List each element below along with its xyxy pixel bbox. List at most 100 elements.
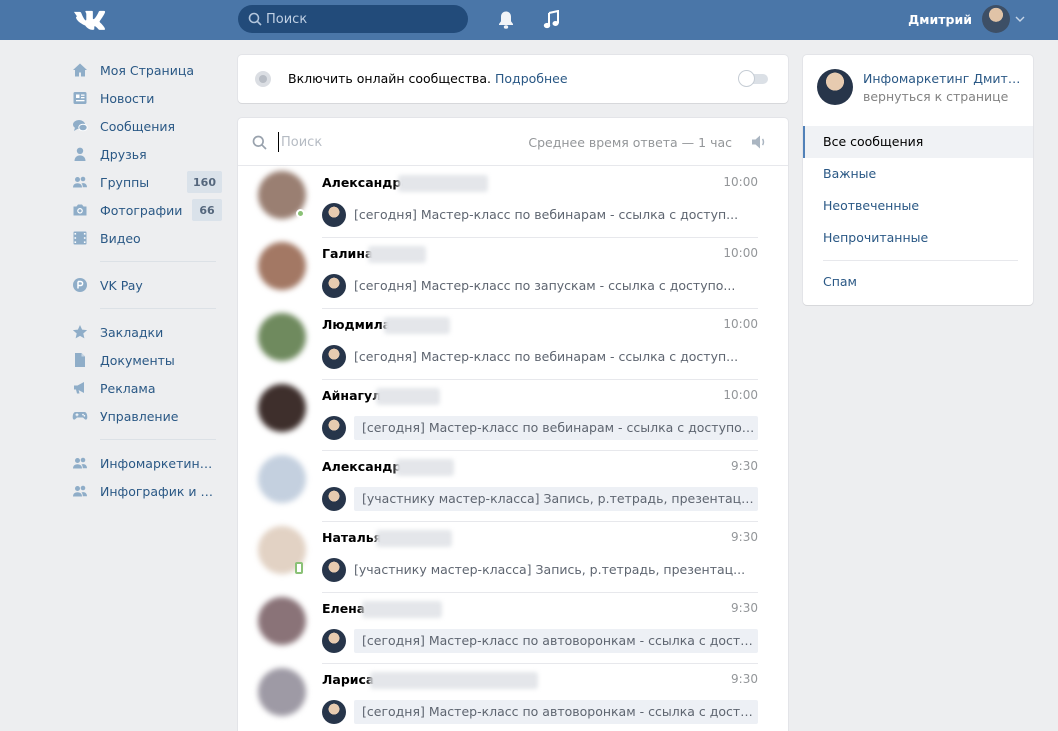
header-search-input[interactable]	[266, 5, 462, 33]
nav-label: Группы	[100, 174, 150, 190]
speaker-icon[interactable]	[750, 134, 768, 150]
nav-item-my-page[interactable]: Моя Страница	[72, 56, 224, 84]
contact-avatar[interactable]	[258, 668, 306, 716]
messages-search-bar: Среднее время ответа — 1 час	[238, 118, 788, 166]
music-icon[interactable]	[542, 10, 560, 30]
groups-count-badge: 160	[187, 171, 222, 193]
filter-spam[interactable]: Спам	[803, 266, 1033, 298]
nav-label: Инфографик и ко...	[100, 483, 218, 499]
message-time: 9:30	[731, 672, 758, 686]
home-icon	[72, 62, 88, 78]
top-header: Дмитрий	[0, 0, 1058, 40]
user-name[interactable]: Дмитрий	[908, 12, 972, 27]
blurred-surname	[396, 459, 454, 476]
chevron-down-icon[interactable]	[1015, 14, 1025, 24]
nav-item-video[interactable]: Видео	[72, 224, 224, 252]
photos-count-badge: 66	[192, 199, 222, 221]
dialog-row[interactable]: Айнагул 10:00 [сегодня] Мастер-класс по …	[238, 380, 788, 451]
filter-unread[interactable]: Непрочитанные	[803, 222, 1033, 254]
message-preview: [сегодня] Мастер-класс по автоворонкам -…	[354, 700, 758, 724]
message-preview: [участнику мастер-класса] Запись, р.тетр…	[354, 562, 746, 577]
online-message: Включить онлайн сообщества.	[288, 71, 492, 86]
online-text: Включить онлайн сообщества. Подробнее	[288, 71, 568, 86]
contact-avatar[interactable]	[258, 384, 306, 432]
nav-label: Друзья	[100, 146, 147, 162]
document-icon	[72, 352, 88, 368]
filter-important[interactable]: Важные	[803, 158, 1033, 190]
online-toggle[interactable]	[739, 71, 768, 86]
nav-label: Видео	[100, 230, 141, 246]
dialog-row[interactable]: Елена 9:30 [сегодня] Мастер-класс по авт…	[238, 593, 788, 664]
contact-name: Айнагул	[322, 388, 382, 403]
dialog-row[interactable]: Лариса 9:30 [сегодня] Мастер-класс по ав…	[238, 664, 788, 731]
sender-avatar	[322, 558, 346, 582]
nav-label: Новости	[100, 90, 155, 106]
sender-avatar	[322, 345, 346, 369]
bell-icon[interactable]	[497, 10, 515, 30]
message-time: 10:00	[723, 175, 758, 189]
message-time: 9:30	[731, 459, 758, 473]
sender-avatar	[322, 274, 346, 298]
video-icon	[72, 230, 88, 246]
community-icon	[72, 455, 88, 471]
community-title[interactable]: Инфомаркетинг Дмитрий	[863, 71, 1021, 86]
nav-item-messages[interactable]: Сообщения	[72, 112, 224, 140]
contact-name: Александр	[322, 459, 402, 474]
dialog-row[interactable]: Людмила 10:00 [сегодня] Мастер-класс по …	[238, 309, 788, 380]
sender-avatar	[322, 487, 346, 511]
dialog-row[interactable]: Наталья 9:30 [участнику мастер-класса] З…	[238, 522, 788, 593]
blurred-surname	[370, 672, 538, 689]
nav-divider	[100, 308, 216, 309]
contact-avatar[interactable]	[258, 455, 306, 503]
nav-item-friends[interactable]: Друзья	[72, 140, 224, 168]
nav-label: Фотографии	[100, 202, 183, 218]
header-search[interactable]	[238, 5, 468, 33]
megaphone-icon	[72, 380, 88, 396]
message-preview: [сегодня] Мастер-класс по запускам - ссы…	[354, 278, 736, 293]
contact-avatar[interactable]	[258, 597, 306, 645]
sender-avatar	[322, 629, 346, 653]
online-more-link[interactable]: Подробнее	[495, 71, 568, 86]
nav-item-news[interactable]: Новости	[72, 84, 224, 112]
filter-unanswered[interactable]: Неотвеченные	[803, 190, 1033, 222]
nav-label: VK Pay	[100, 277, 143, 293]
sender-avatar	[322, 203, 346, 227]
dialog-row[interactable]: Галина 10:00 [сегодня] Мастер-класс по з…	[238, 238, 788, 309]
nav-item-groups[interactable]: Группы 160	[72, 168, 224, 196]
nav-item-community-2[interactable]: Инфографик и ко...	[72, 477, 224, 505]
back-to-page-link[interactable]: вернуться к странице	[863, 89, 1008, 104]
nav-item-ads[interactable]: Реклама	[72, 374, 224, 402]
dialog-row[interactable]: Александра 10:00 [сегодня] Мастер-класс …	[238, 167, 788, 238]
contact-avatar[interactable]	[258, 242, 306, 290]
messages-search-input[interactable]	[278, 132, 498, 152]
user-avatar[interactable]	[982, 5, 1010, 33]
star-icon	[72, 324, 88, 340]
filter-all-messages[interactable]: Все сообщения	[803, 126, 1033, 158]
community-avatar[interactable]	[817, 69, 853, 105]
dialog-row[interactable]: Александр 9:30 [участнику мастер-класса]…	[238, 451, 788, 522]
nav-item-photos[interactable]: Фотографии 66	[72, 196, 224, 224]
nav-label: Инфомаркетинг Д...	[100, 455, 218, 471]
response-time: Среднее время ответа — 1 час	[528, 135, 732, 150]
online-indicator-icon	[255, 71, 271, 87]
left-sidebar: Моя Страница Новости Сообщения Друзья Гр…	[72, 56, 224, 505]
message-preview: [сегодня] Мастер-класс по автоворонкам -…	[354, 629, 758, 653]
nav-label: Управление	[100, 408, 179, 424]
nav-item-management[interactable]: Управление	[72, 402, 224, 430]
nav-item-community-1[interactable]: Инфомаркетинг Д...	[72, 449, 224, 477]
sender-avatar	[322, 416, 346, 440]
blurred-surname	[368, 246, 426, 263]
camera-icon	[72, 202, 88, 218]
nav-label: Документы	[100, 352, 175, 368]
messages-card: Среднее время ответа — 1 час Александра …	[238, 118, 788, 731]
nav-item-bookmarks[interactable]: Закладки	[72, 318, 224, 346]
nav-item-vkpay[interactable]: VK Pay	[72, 271, 224, 299]
message-preview: [сегодня] Мастер-класс по вебинарам - сс…	[354, 207, 739, 222]
message-time: 10:00	[723, 246, 758, 260]
nav-item-documents[interactable]: Документы	[72, 346, 224, 374]
vk-logo[interactable]	[73, 9, 107, 31]
gamepad-icon	[72, 408, 88, 424]
message-time: 9:30	[731, 601, 758, 615]
contact-name: Галина	[322, 246, 374, 261]
contact-avatar[interactable]	[258, 313, 306, 361]
